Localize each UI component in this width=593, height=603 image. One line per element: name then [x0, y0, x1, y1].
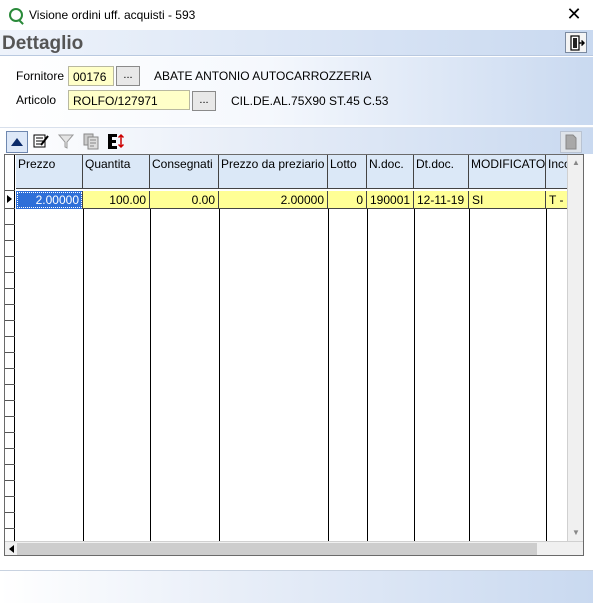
- column-header-lotto[interactable]: Lotto: [328, 155, 367, 189]
- edit-list-button[interactable]: [31, 131, 53, 153]
- column-header-consegnati[interactable]: Consegnati: [150, 155, 219, 189]
- column-divider: [469, 209, 470, 541]
- detail-grid[interactable]: Prezzo Quantita Consegnati Prezzo da pre…: [4, 154, 584, 556]
- exit-button[interactable]: [565, 32, 587, 53]
- cell-dt-doc[interactable]: 12-11-19: [414, 191, 469, 209]
- fornitore-label: Fornitore: [16, 69, 65, 83]
- grid-toolbar: [0, 127, 593, 154]
- close-button[interactable]: ✕: [563, 3, 585, 25]
- row-indicator-column: [5, 155, 15, 541]
- current-row-indicator[interactable]: [5, 191, 15, 209]
- header-band: Dettaglio: [0, 30, 593, 56]
- detail-form: Fornitore 00176 ... ABATE ANTONIO AUTOCA…: [0, 57, 593, 125]
- cell-quantita[interactable]: 100.00: [83, 191, 150, 209]
- scroll-down-button[interactable]: ▼: [568, 525, 583, 541]
- column-header-quantita[interactable]: Quantita: [83, 155, 150, 189]
- scroll-left-icon[interactable]: [9, 545, 14, 553]
- horizontal-scrollbar[interactable]: [5, 541, 583, 555]
- edit-list-icon: [33, 134, 49, 148]
- document-icon: [565, 134, 577, 150]
- column-divider: [150, 209, 151, 541]
- cell-inco[interactable]: T - I: [546, 191, 567, 209]
- cell-prezzo[interactable]: 2.00000: [16, 191, 83, 209]
- column-divider: [367, 209, 368, 541]
- cell-prezzo-preziario[interactable]: 2.00000: [219, 191, 328, 209]
- scroll-up-button[interactable]: ▲: [568, 155, 583, 171]
- triangle-up-icon: [11, 138, 23, 146]
- articolo-label: Articolo: [16, 93, 57, 107]
- document-button[interactable]: [560, 131, 582, 153]
- fornitore-field[interactable]: 00176: [68, 66, 114, 86]
- cell-consegnati[interactable]: 0.00: [150, 191, 219, 209]
- row-pointer-icon: [7, 195, 12, 203]
- cell-lotto[interactable]: 0: [328, 191, 367, 209]
- column-divider: [328, 209, 329, 541]
- export-excel-icon: [108, 133, 125, 149]
- horizontal-scroll-thumb[interactable]: [17, 543, 537, 555]
- export-excel-button[interactable]: [106, 131, 128, 153]
- vertical-scrollbar[interactable]: ▲ ▼: [567, 155, 583, 541]
- column-divider: [83, 209, 84, 541]
- window-title: Visione ordini uff. acquisti - 593: [29, 8, 196, 22]
- filter-button[interactable]: [56, 131, 78, 153]
- filter-icon: [57, 134, 75, 149]
- copy-button[interactable]: [81, 131, 103, 153]
- fornitore-lookup-button[interactable]: ...: [116, 66, 140, 86]
- move-up-button[interactable]: [6, 131, 28, 153]
- column-divider: [414, 209, 415, 541]
- fornitore-name: ABATE ANTONIO AUTOCARROZZERIA: [154, 69, 372, 83]
- table-row[interactable]: 2.00000 100.00 0.00 2.00000 0 190001 12-…: [16, 191, 567, 209]
- column-header-prezzo[interactable]: Prezzo: [16, 155, 83, 189]
- page-title: Dettaglio: [2, 33, 84, 54]
- articolo-description: CIL.DE.AL.75X90 ST.45 C.53: [231, 94, 389, 108]
- grid-header-row: Prezzo Quantita Consegnati Prezzo da pre…: [16, 155, 567, 189]
- footer-band: [0, 570, 593, 603]
- exit-door-icon: [570, 35, 585, 51]
- copy-icon: [83, 133, 99, 150]
- column-header-dt-doc[interactable]: Dt.doc.: [414, 155, 469, 189]
- articolo-lookup-button[interactable]: ...: [192, 91, 216, 111]
- column-divider: [219, 209, 220, 541]
- articolo-field[interactable]: ROLFO/127971: [68, 90, 190, 110]
- app-search-icon: [9, 8, 23, 22]
- cell-modificato[interactable]: SI: [469, 191, 546, 209]
- column-divider: [546, 209, 547, 541]
- cell-n-doc[interactable]: 190001: [367, 191, 414, 209]
- title-bar: Visione ordini uff. acquisti - 593 ✕: [0, 0, 593, 30]
- column-header-inco[interactable]: Inco: [546, 155, 567, 189]
- column-header-prezzo-preziario[interactable]: Prezzo da preziario: [219, 155, 328, 189]
- column-header-modificato[interactable]: MODIFICATO: [469, 155, 546, 189]
- column-header-n-doc[interactable]: N.doc.: [367, 155, 414, 189]
